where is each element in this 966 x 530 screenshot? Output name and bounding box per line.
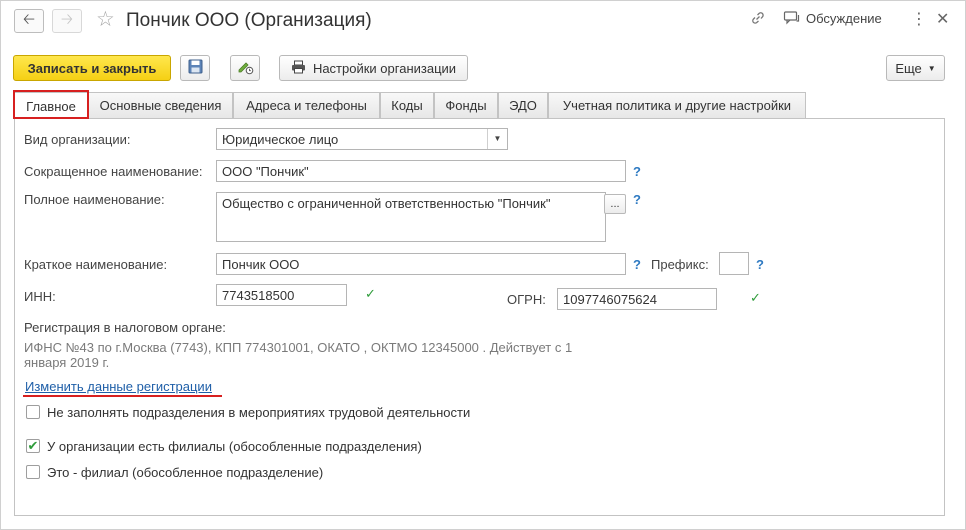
tab-label: Основные сведения <box>99 98 222 113</box>
registration-label: Регистрация в налоговом органе: <box>24 320 226 335</box>
save-and-close-label: Записать и закрыть <box>27 60 157 76</box>
checkmark-icon: ✔ <box>27 438 39 453</box>
tab-codes[interactable]: Коды <box>380 92 434 118</box>
short-name-input[interactable]: ООО "Пончик" <box>216 160 626 182</box>
tab-label: Коды <box>391 98 423 113</box>
tab-accounting-policy[interactable]: Учетная политика и другие настройки <box>548 92 806 118</box>
org-type-select[interactable]: Юридическое лицо ▼ <box>216 128 508 150</box>
tab-funds[interactable]: Фонды <box>434 92 498 118</box>
tab-edo[interactable]: ЭДО <box>498 92 548 118</box>
inn-valid-checkmark-icon: ✓ <box>365 286 376 301</box>
is-branch-checkbox[interactable] <box>26 465 40 479</box>
org-settings-button[interactable]: Настройки организации <box>279 55 468 81</box>
org-settings-label: Настройки организации <box>312 60 457 76</box>
forward-arrow-icon: 🡢 <box>60 10 74 28</box>
save-button[interactable] <box>180 55 210 81</box>
has-branches-checkbox[interactable]: ✔ <box>26 439 40 453</box>
org-type-value: Юридическое лицо <box>222 132 339 147</box>
inn-input[interactable]: 7743518500 <box>216 284 347 306</box>
more-vert-icon[interactable]: ⋮ <box>911 10 927 30</box>
full-name-help-icon[interactable]: ? <box>633 192 641 207</box>
is-branch-label[interactable]: Это - филиал (обособленное подразделение… <box>47 465 323 480</box>
back-arrow-icon: 🡠 <box>22 10 36 28</box>
page-title: Пончик ООО (Организация) <box>126 10 372 31</box>
tab-label: Адреса и телефоны <box>246 98 367 113</box>
short-name-label: Сокращенное наименование: <box>24 164 203 179</box>
link-highlight-underline <box>23 395 222 397</box>
prefix-input[interactable] <box>719 252 749 275</box>
registration-info-line2: января 2019 г. <box>24 355 110 370</box>
registration-info-line1: ИФНС №43 по г.Москва (7743), КПП 7743010… <box>24 340 573 355</box>
prefix-label: Префикс: <box>651 257 709 272</box>
dropdown-arrow-icon[interactable]: ▼ <box>487 129 507 149</box>
brief-name-label: Краткое наименование: <box>24 257 168 272</box>
org-type-label: Вид организации: <box>24 132 131 147</box>
star-icon[interactable]: ☆ <box>96 8 115 32</box>
full-name-textarea[interactable]: Общество с ограниченной ответственностью… <box>216 192 606 242</box>
printer-icon <box>291 60 306 77</box>
more-button[interactable]: Еще ▼ <box>886 55 945 81</box>
forward-button[interactable]: 🡢 <box>52 9 82 33</box>
ogrn-valid-checkmark-icon: ✓ <box>750 290 761 305</box>
chevron-down-icon: ▼ <box>927 63 936 73</box>
tab-label: Фонды <box>445 98 487 113</box>
close-icon[interactable]: ✕ <box>936 10 949 30</box>
full-name-select-button[interactable]: ... <box>604 194 626 214</box>
tab-addresses-phones[interactable]: Адреса и телефоны <box>233 92 380 118</box>
ogrn-label: ОГРН: <box>507 292 546 307</box>
edit-clock-icon <box>237 58 254 78</box>
brief-name-help-icon[interactable]: ? <box>633 257 641 272</box>
edit-history-button[interactable] <box>230 55 260 81</box>
inn-label: ИНН: <box>24 289 56 304</box>
tab-label: Учетная политика и другие настройки <box>562 98 792 113</box>
tab-main[interactable]: Главное <box>14 92 88 119</box>
tab-label: Главное <box>26 98 76 114</box>
ogrn-input[interactable]: 1097746075624 <box>557 288 717 310</box>
prefix-help-icon[interactable]: ? <box>756 257 764 272</box>
ellipsis-label: ... <box>610 198 620 210</box>
short-name-help-icon[interactable]: ? <box>633 164 641 179</box>
link-icon[interactable] <box>750 10 766 32</box>
floppy-disk-icon <box>188 59 203 77</box>
chat-icon[interactable] <box>783 10 800 32</box>
no-divisions-label[interactable]: Не заполнять подразделения в мероприятия… <box>47 405 470 420</box>
change-registration-link[interactable]: Изменить данные регистрации <box>25 379 212 394</box>
more-label: Еще <box>895 60 922 76</box>
tab-label: ЭДО <box>509 98 537 113</box>
tab-basic-info[interactable]: Основные сведения <box>88 92 233 118</box>
back-button[interactable]: 🡠 <box>14 9 44 33</box>
no-divisions-checkbox[interactable] <box>26 405 40 419</box>
save-and-close-button[interactable]: Записать и закрыть <box>13 55 171 81</box>
full-name-label: Полное наименование: <box>24 192 165 207</box>
brief-name-input[interactable]: Пончик ООО <box>216 253 626 275</box>
discuss-button[interactable]: Обсуждение <box>806 11 882 26</box>
has-branches-label[interactable]: У организации есть филиалы (обособленные… <box>47 439 422 454</box>
